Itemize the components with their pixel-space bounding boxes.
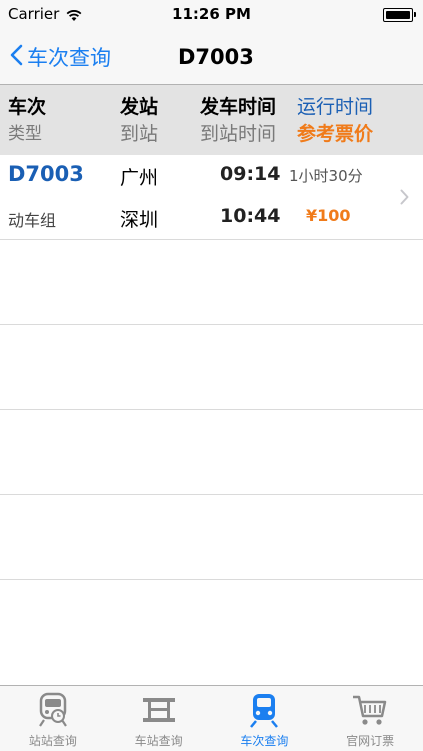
departure-station: 广州 (120, 167, 159, 189)
page-title: D7003 (178, 45, 254, 69)
column-header: 车次 类型 发站 到站 发车时间 到站时间 运行时间 参考票价 (0, 85, 423, 155)
header-arrive-station: 到站 (120, 123, 159, 145)
empty-row (0, 240, 423, 325)
train-type: 动车组 (8, 211, 57, 230)
empty-row (0, 495, 423, 580)
status-time: 11:26 PM (172, 5, 251, 23)
back-button-label: 车次查询 (27, 46, 111, 70)
arrival-station: 深圳 (120, 209, 159, 231)
header-duration: 运行时间 (297, 96, 374, 118)
ticket-price: ¥100 (306, 206, 351, 225)
tab-train-query[interactable]: 车次查询 (212, 686, 318, 751)
departure-time: 09:14 (220, 163, 281, 185)
header-depart-time: 发车时间 (200, 96, 277, 118)
tab-bar: 站站查询 车站查询 车次查询 官网订票 (0, 685, 423, 751)
train-front-icon (38, 692, 67, 727)
chevron-right-icon (400, 189, 409, 209)
cart-icon (353, 695, 387, 725)
travel-duration: 1小时30分 (289, 167, 363, 185)
arrival-time: 10:44 (220, 205, 281, 227)
tab-label: 站站查询 (28, 734, 77, 748)
battery-icon (383, 8, 416, 22)
empty-row (0, 325, 423, 410)
tab-station-to-station[interactable]: 站站查询 (0, 686, 106, 751)
header-price: 参考票价 (297, 123, 374, 145)
header-depart-station: 发站 (120, 96, 159, 118)
back-button[interactable]: 车次查询 (10, 42, 111, 72)
tab-official-booking[interactable]: 官网订票 (317, 686, 423, 751)
header-arrive-time: 到站时间 (200, 123, 277, 145)
train-number: D7003 (8, 162, 84, 186)
navigation-bar: 车次查询 D7003 (0, 30, 423, 85)
station-icon (142, 698, 175, 722)
tab-label: 车站查询 (134, 734, 183, 748)
empty-row (0, 410, 423, 495)
result-list: D7003 动车组 广州 深圳 09:14 10:44 1小时30分 ¥100 (0, 155, 423, 685)
chevron-left-icon (10, 44, 23, 70)
header-type: 类型 (8, 124, 42, 144)
train-icon (250, 694, 279, 728)
tab-station-query[interactable]: 车站查询 (106, 686, 212, 751)
train-result-row[interactable]: D7003 动车组 广州 深圳 09:14 10:44 1小时30分 ¥100 (0, 155, 423, 240)
status-bar: Carrier 11:26 PM (0, 0, 423, 30)
tab-label: 官网订票 (346, 734, 395, 748)
header-train: 车次 (8, 96, 47, 118)
tab-label: 车次查询 (240, 734, 289, 748)
